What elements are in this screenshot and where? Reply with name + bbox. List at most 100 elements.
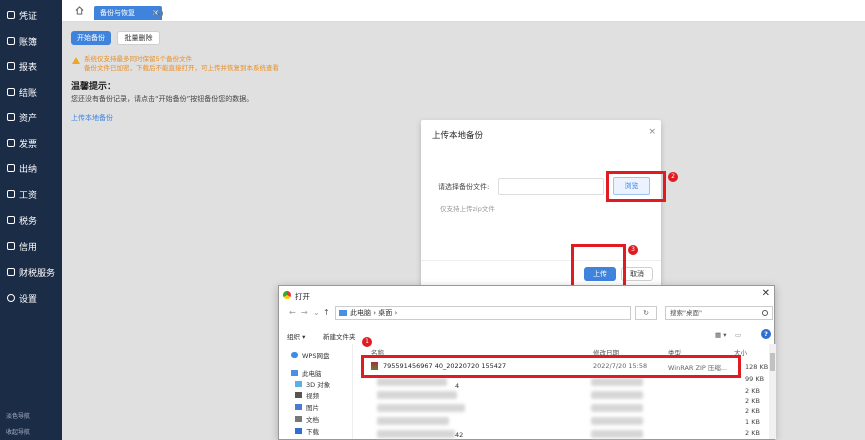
path-computer[interactable]: 此电脑 (350, 309, 371, 317)
report-icon (7, 62, 15, 70)
chevron-down-icon[interactable]: ⌄ (313, 308, 320, 317)
blurred-file-row (591, 404, 643, 412)
sidebar-item-salary[interactable]: 工资 (0, 184, 62, 204)
chrome-icon (283, 291, 291, 299)
light-nav-toggle[interactable]: 淡色导航 (6, 411, 30, 420)
organize-menu[interactable]: 组织 ▾ (287, 331, 305, 341)
back-icon[interactable]: ← (289, 308, 296, 317)
search-input[interactable]: 搜索"桌面" (665, 306, 773, 320)
sidebar-item-label: 资产 (19, 113, 38, 124)
document-icon (295, 416, 302, 422)
close-icon[interactable]: ✕ (762, 288, 770, 299)
nav-downloads[interactable]: 下载 (295, 426, 319, 436)
blurred-file-row (377, 430, 455, 438)
sidebar-item-voucher[interactable]: 凭证 (0, 5, 62, 25)
sidebar-item-credit[interactable]: 信用 (0, 236, 62, 256)
highlight-selected-file (361, 355, 741, 378)
picture-icon (295, 404, 302, 410)
credit-icon (7, 242, 15, 250)
tab-more-icon[interactable]: ⌄ (154, 9, 163, 18)
dialog-title: 上传本地备份 (432, 131, 484, 141)
up-icon[interactable]: ↑ (323, 308, 330, 317)
sidebar-item-settings[interactable]: 设置 (0, 288, 62, 308)
tab-backup-restore[interactable]: 备份与恢复 × (94, 6, 162, 20)
nav-videos[interactable]: 视频 (295, 390, 319, 400)
help-icon[interactable]: ? (761, 329, 771, 339)
sidebar-item-label: 报表 (19, 62, 38, 73)
sidebar-item-label: 信用 (19, 242, 38, 253)
computer-icon (291, 370, 298, 376)
nav-pictures[interactable]: 图片 (295, 402, 319, 412)
cashier-icon (7, 164, 15, 172)
sidebar-item-tax-service[interactable]: 财税服务 (0, 262, 62, 282)
sidebar-item-label: 税务 (19, 216, 38, 227)
sidebar-item-ledger[interactable]: 账簿 (0, 31, 62, 51)
file-size: 128 KB (745, 363, 769, 371)
settings-icon (7, 294, 15, 302)
tab-label: 备份与恢复 (100, 9, 135, 17)
blurred-file-row (591, 430, 643, 438)
sidebar-item-tax[interactable]: 税务 (0, 210, 62, 230)
path-desktop[interactable]: 桌面 (378, 309, 392, 317)
blurred-file-row (591, 391, 643, 399)
explorer-title: 打开 (295, 292, 310, 301)
sidebar-item-label: 凭证 (19, 11, 38, 22)
collapse-nav-toggle[interactable]: 收起导航 (6, 427, 30, 436)
sidebar-item-closing[interactable]: 结账 (0, 82, 62, 102)
nav-3d-objects[interactable]: 3D 对象 (295, 379, 330, 389)
tips-text: 您还没有备份记录，请点击“开始备份”按钮备份您的数据。 (71, 95, 254, 103)
sidebar-item-report[interactable]: 报表 (0, 56, 62, 76)
file-size: 1 KB (745, 418, 760, 426)
partial-file-name: 4 (455, 382, 460, 390)
blurred-file-row (591, 417, 643, 425)
warning-icon (72, 57, 80, 64)
upload-local-backup-link[interactable]: 上传本地备份 (71, 113, 113, 123)
sidebar-item-asset[interactable]: 资产 (0, 107, 62, 127)
step-marker-3: 3 (628, 245, 638, 255)
partial-file-name: 42 (455, 431, 464, 439)
download-icon (295, 428, 302, 434)
file-size: 99 KB (745, 375, 765, 383)
nav-documents[interactable]: 文档 (295, 414, 319, 424)
view-options-icon[interactable]: ▦ ▾ (715, 331, 726, 339)
close-icon[interactable]: × (648, 127, 656, 137)
scrollbar-thumb[interactable] (770, 353, 775, 371)
ledger-icon (7, 37, 15, 45)
file-path-input[interactable] (498, 178, 604, 195)
sidebar-item-label: 出纳 (19, 164, 38, 175)
invoice-icon (7, 139, 15, 147)
preview-pane-icon[interactable]: ▭ (735, 331, 741, 339)
sidebar-item-cashier[interactable]: 出纳 (0, 158, 62, 178)
file-size: 2 KB (745, 429, 760, 437)
batch-delete-button[interactable]: 批量删除 (117, 31, 160, 45)
sidebar: 凭证 账簿 报表 结账 资产 发票 出纳 工资 税务 信用 财税服务 设置 淡色… (0, 0, 62, 440)
forward-icon[interactable]: → (301, 308, 308, 317)
asset-icon (7, 113, 15, 121)
blurred-file-row (377, 378, 447, 386)
step-marker-2: 2 (668, 172, 678, 182)
warning-line-2: 备份文件已加密，下载后不能直接打开，可上传并恢复到本系统查看 (84, 64, 279, 72)
voucher-icon (7, 11, 15, 19)
sidebar-item-invoice[interactable]: 发票 (0, 133, 62, 153)
nav-wps-cloud[interactable]: WPS网盘 (291, 350, 329, 360)
refresh-icon[interactable]: ↻ (635, 306, 657, 320)
closing-icon (7, 88, 15, 96)
file-size: 2 KB (745, 407, 760, 415)
nav-this-pc[interactable]: 此电脑 (291, 368, 322, 378)
file-label: 请选择备份文件: (438, 183, 490, 191)
video-icon (295, 392, 302, 398)
sidebar-item-label: 工资 (19, 190, 38, 201)
file-size: 2 KB (745, 397, 760, 405)
new-folder-button[interactable]: 新建文件夹 (323, 331, 356, 341)
blurred-file-row (377, 417, 449, 425)
address-bar[interactable]: 此电脑 › 桌面 › (335, 306, 631, 320)
navigation-pane: WPS网盘 此电脑 3D 对象 视频 图片 文档 下载 (279, 344, 353, 439)
search-icon (762, 310, 768, 316)
tax-icon (7, 216, 15, 224)
tips-title: 温馨提示： (71, 82, 117, 92)
cloud-icon (291, 352, 298, 358)
blurred-file-row (377, 404, 465, 412)
sidebar-item-label: 账簿 (19, 37, 38, 48)
home-icon[interactable] (75, 6, 84, 15)
start-backup-button[interactable]: 开始备份 (71, 31, 111, 45)
